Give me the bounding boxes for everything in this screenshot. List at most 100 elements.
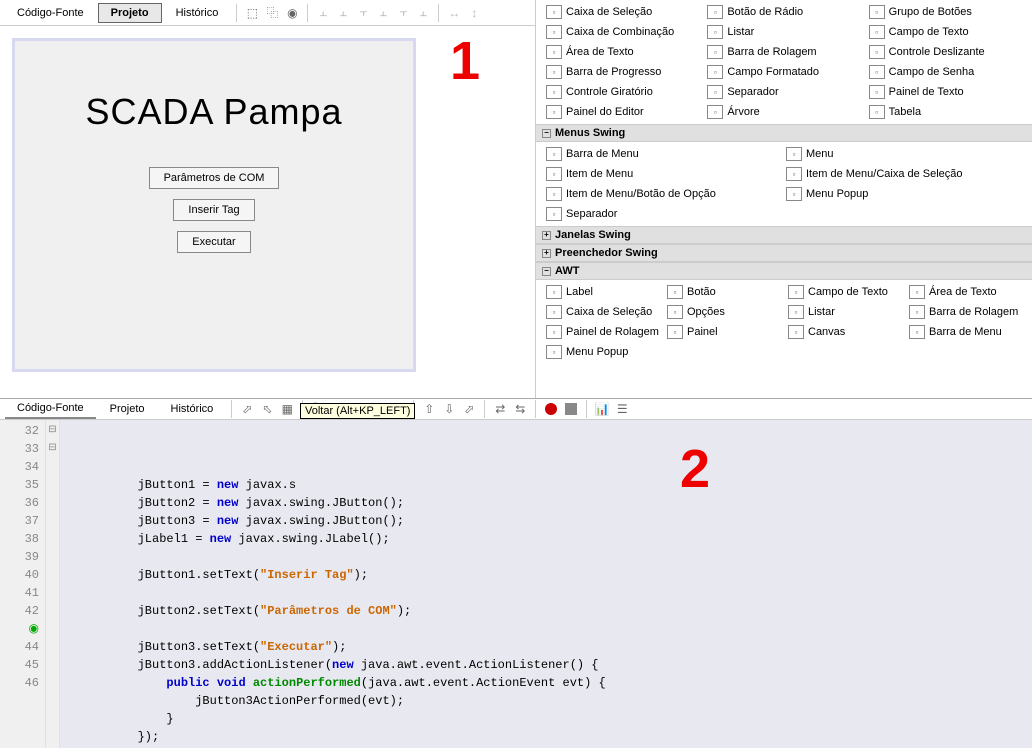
record-icon[interactable]	[542, 400, 560, 418]
code-content[interactable]: 2 jButton1 = new javax.s jButton2 = new …	[60, 420, 1032, 748]
annotation-2: 2	[680, 460, 710, 478]
separator	[236, 4, 237, 22]
palette-item[interactable]: ▫Barra de Rolagem	[905, 302, 1026, 322]
stop-icon[interactable]	[562, 400, 580, 418]
palette-item[interactable]: ▫Item de Menu	[542, 164, 782, 184]
palette-item[interactable]: ▫Menu Popup	[542, 342, 663, 362]
component-icon: ▫	[667, 285, 683, 299]
palette-item-label: Painel de Texto	[889, 86, 964, 98]
tab-project-bottom[interactable]: Projeto	[98, 400, 157, 418]
nav-icon[interactable]: ⇧	[420, 400, 438, 418]
align-icon[interactable]: ⫠	[314, 4, 332, 22]
palette-item[interactable]: ▫Grupo de Botões	[865, 2, 1026, 22]
palette-item[interactable]: ▫Campo de Texto	[865, 22, 1026, 42]
nav-icon[interactable]: ⬀	[460, 400, 478, 418]
component-icon: ▫	[546, 105, 562, 119]
palette-item[interactable]: ▫Área de Texto	[905, 282, 1026, 302]
palette-item[interactable]: ▫Área de Texto	[542, 42, 703, 62]
resize-h-icon[interactable]: ↔	[445, 4, 463, 22]
align-icon[interactable]: ⫠	[414, 4, 432, 22]
palette-item-label: Campo Formatado	[727, 66, 819, 78]
component-icon: ▫	[786, 147, 802, 161]
palette-item[interactable]: ▫Controle Deslizante	[865, 42, 1026, 62]
palette-item[interactable]: ▫Tabela	[865, 102, 1026, 122]
nav-icon[interactable]: ▦	[278, 400, 296, 418]
category-menus-swing[interactable]: −Menus Swing	[536, 124, 1032, 142]
palette-item[interactable]: ▫Botão de Rádio	[703, 2, 864, 22]
palette-item[interactable]: ▫Listar	[784, 302, 905, 322]
tab-source-bottom[interactable]: Código-Fonte	[5, 399, 96, 419]
palette-item[interactable]: ▫Painel	[663, 322, 784, 342]
component-icon: ▫	[786, 187, 802, 201]
palette-item[interactable]: ▫Caixa de Combinação	[542, 22, 703, 42]
palette-item[interactable]: ▫Canvas	[784, 322, 905, 342]
conn-icon[interactable]: ⿻	[263, 4, 281, 22]
palette-item[interactable]: ▫Painel de Rolagem	[542, 322, 663, 342]
palette-item-label: Listar	[727, 26, 754, 38]
palette-item-label: Barra de Menu	[566, 148, 639, 160]
palette-item[interactable]: ▫Opções	[663, 302, 784, 322]
palette-item[interactable]: ▫Campo de Senha	[865, 62, 1026, 82]
tab-history[interactable]: Histórico	[164, 4, 231, 22]
palette-item[interactable]: ▫Botão	[663, 282, 784, 302]
separator	[535, 400, 536, 418]
source-toolbar: Código-Fonte Projeto Histórico ⬀ ⬁ ▦ 🔍 ⇦…	[0, 399, 1032, 420]
palette-item-label: Caixa de Seleção	[566, 6, 652, 18]
align-icon[interactable]: ⫟	[394, 4, 412, 22]
palette-item[interactable]: ▫ Caixa de Seleção	[542, 2, 703, 22]
palette-item[interactable]: ▫Campo Formatado	[703, 62, 864, 82]
palette-item[interactable]: ▫Caixa de Seleção	[542, 302, 663, 322]
tab-history-bottom[interactable]: Histórico	[159, 400, 226, 418]
palette-item[interactable]: ▫Árvore	[703, 102, 864, 122]
chart-icon[interactable]: ☰	[613, 400, 631, 418]
button-executar[interactable]: Executar	[177, 231, 250, 253]
palette-item[interactable]: ▫Label	[542, 282, 663, 302]
palette-item-label: Item de Menu/Caixa de Seleção	[806, 168, 963, 180]
nav-icon[interactable]: ⇩	[440, 400, 458, 418]
tab-source[interactable]: Código-Fonte	[5, 4, 96, 22]
palette-item[interactable]: ▫Controle Giratório	[542, 82, 703, 102]
palette-item[interactable]: ▫Menu	[782, 144, 1026, 164]
form-canvas[interactable]: SCADA Pampa Parâmetros de COM Inserir Ta…	[12, 38, 416, 372]
nav-icon[interactable]: ⇆	[511, 400, 529, 418]
nav-icon[interactable]: ⬁	[258, 400, 276, 418]
palette-item[interactable]: ▫Painel do Editor	[542, 102, 703, 122]
category-preenchedor-swing[interactable]: +Preenchedor Swing	[536, 244, 1032, 262]
align-icon[interactable]: ⫠	[374, 4, 392, 22]
palette-item[interactable]: ▫Barra de Progresso	[542, 62, 703, 82]
button-inserir-tag[interactable]: Inserir Tag	[173, 199, 254, 221]
palette-item[interactable]: ▫Separador	[542, 204, 782, 224]
palette-item[interactable]: ▫Campo de Texto	[784, 282, 905, 302]
palette-item[interactable]: ▫Item de Menu/Botão de Opção	[542, 184, 782, 204]
palette-item-label: Barra de Rolagem	[727, 46, 816, 58]
tab-project[interactable]: Projeto	[98, 3, 162, 23]
component-icon: ▫	[546, 5, 562, 19]
palette-item-label: Árvore	[727, 106, 759, 118]
category-janelas-swing[interactable]: +Janelas Swing	[536, 226, 1032, 244]
nav-icon[interactable]: ⇄	[491, 400, 509, 418]
chart-icon[interactable]: 📊	[593, 400, 611, 418]
palette-item[interactable]: ▫Item de Menu/Caixa de Seleção	[782, 164, 1026, 184]
component-icon: ▫	[788, 305, 804, 319]
nav-icon[interactable]: ⬀	[238, 400, 256, 418]
palette-item[interactable]: ▫Barra de Menu	[542, 144, 782, 164]
align-icon[interactable]: ⫠	[334, 4, 352, 22]
palette-item-label: Label	[566, 286, 593, 298]
palette-item-label: Menu Popup	[566, 346, 628, 358]
palette-item[interactable]: ▫Separador	[703, 82, 864, 102]
palette-item[interactable]: ▫Menu Popup	[782, 184, 1026, 204]
app-title-label: SCADA Pampa	[15, 91, 413, 133]
button-params-com[interactable]: Parâmetros de COM	[149, 167, 280, 189]
align-icon[interactable]: ⫟	[354, 4, 372, 22]
resize-v-icon[interactable]: ↕	[465, 4, 483, 22]
palette-item[interactable]: ▫Barra de Rolagem	[703, 42, 864, 62]
category-awt[interactable]: −AWT	[536, 262, 1032, 280]
fold-column[interactable]: ⊟⊟	[46, 420, 60, 748]
code-editor[interactable]: 3233343536373839404142◉444546 ⊟⊟ 2 jButt…	[0, 420, 1032, 748]
preview-icon[interactable]: ◉	[283, 4, 301, 22]
palette-item[interactable]: ▫Listar	[703, 22, 864, 42]
palette-item[interactable]: ▫Barra de Menu	[905, 322, 1026, 342]
select-icon[interactable]: ⬚	[243, 4, 261, 22]
line-gutter: 3233343536373839404142◉444546	[0, 420, 46, 748]
palette-item[interactable]: ▫Painel de Texto	[865, 82, 1026, 102]
